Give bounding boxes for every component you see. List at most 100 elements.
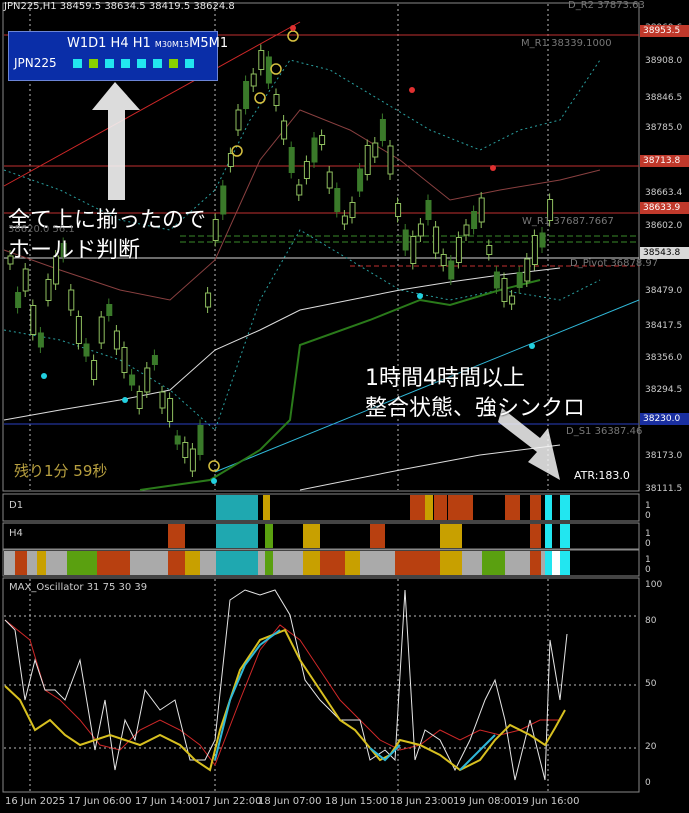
price-tick: 38294.5	[645, 385, 683, 395]
osc-cyan-segment	[459, 734, 496, 771]
candle-body	[357, 168, 364, 192]
candle-body	[30, 305, 37, 335]
band-upper	[3, 59, 601, 231]
price-level-box: 38713.8	[640, 155, 689, 167]
low-dot	[211, 478, 217, 484]
candle-body	[387, 145, 394, 175]
candle-body	[37, 332, 44, 348]
price-tick: 38173.0	[645, 451, 683, 461]
candle-body	[68, 289, 75, 311]
signal-strip-segment	[258, 551, 265, 575]
candle-body	[417, 223, 424, 237]
candle-body	[395, 203, 402, 217]
signal-strip-segment	[265, 551, 273, 575]
signal-strip-segment	[168, 524, 185, 548]
h1-axis-top: 1	[645, 555, 651, 565]
timeframe-dot-d1	[89, 59, 98, 68]
candle-body	[205, 292, 212, 308]
signal-strip-segment	[67, 551, 97, 575]
signal-strip-segment	[265, 524, 273, 548]
time-tick: 18 Jun 07:00	[258, 796, 322, 807]
osc-level-80: 80	[645, 616, 657, 626]
candle-body	[319, 135, 326, 145]
candle-body	[45, 279, 52, 301]
price-tick: 38479.0	[645, 286, 683, 296]
candle-body	[433, 226, 440, 254]
signal-strip-segment	[37, 551, 46, 575]
timeframe-dot-h1	[121, 59, 130, 68]
signal-strip-segment	[505, 495, 520, 520]
signal-strip-segment	[360, 551, 395, 575]
timeframe-dot-m30	[137, 59, 146, 68]
signal-strip-segment	[545, 551, 552, 575]
ds1-label: D_S1 36387.46	[566, 426, 643, 437]
chart-canvas	[2, 2, 640, 793]
candle-body	[531, 235, 538, 265]
low-dot	[529, 343, 535, 349]
signal-strip-segment	[130, 551, 168, 575]
ma-white-slow	[299, 444, 561, 491]
timeframe-dot-m1	[185, 59, 194, 68]
candle-body	[98, 316, 105, 344]
signal-marker	[231, 145, 243, 157]
signal-strip-segment	[320, 551, 345, 575]
candle-body	[227, 153, 234, 167]
candle-body	[197, 425, 204, 455]
d1-axis-bottom: 0	[645, 511, 651, 521]
signal-strip-segment	[27, 551, 37, 575]
candle-timer: 残り1分 59秒	[14, 462, 108, 480]
price-tick: 38663.4	[645, 188, 683, 198]
signal-strip-segment	[345, 551, 360, 575]
signal-strip-segment	[552, 551, 560, 575]
candle-body	[455, 237, 462, 263]
time-tick: 16 Jun 2025	[5, 796, 66, 807]
candle-body	[75, 316, 82, 344]
osc-level-0: 0	[645, 778, 651, 788]
candle-body	[258, 50, 265, 70]
annotation-hold: 全て上に揃ったので ホールド判断	[8, 208, 207, 263]
signal-strip-segment	[440, 551, 462, 575]
price-tick: 38111.5	[645, 484, 683, 494]
candle-body	[402, 229, 409, 251]
pivot-label: D_Pivot 36878.97	[570, 258, 659, 269]
osc-level-20: 20	[645, 742, 657, 752]
mr1-label: M_R1 38339.1000	[521, 38, 612, 49]
candle-body	[311, 137, 318, 163]
time-tick: 17 Jun 22:00	[198, 796, 262, 807]
signal-strip-segment	[448, 495, 473, 520]
price-tick: 38356.0	[645, 353, 683, 363]
price-level-box: 38953.5	[640, 25, 689, 37]
candle-body	[15, 292, 22, 308]
left-level-label: 38620.0 56.1	[8, 224, 75, 235]
low-dot	[41, 373, 47, 379]
candle-body	[379, 119, 386, 141]
candle-body	[167, 398, 174, 422]
candle-body	[296, 184, 303, 196]
candle-body	[509, 295, 516, 305]
price-tick: 38602.0	[645, 221, 683, 231]
d1-axis-top: 1	[645, 501, 651, 511]
price-tick: 38846.5	[645, 93, 683, 103]
candle-body	[83, 343, 90, 357]
timeframe-symbol: JPN225	[14, 56, 57, 70]
signal-strip-segment	[560, 524, 570, 548]
signal-marker	[270, 63, 282, 75]
candle-body	[486, 245, 493, 255]
signal-strip-segment	[410, 495, 425, 520]
candle-body	[425, 200, 432, 220]
candle-body	[189, 448, 196, 472]
wr1-label: W_R1 37687.7667	[522, 216, 614, 227]
time-tick: 18 Jun 15:00	[325, 796, 389, 807]
signal-strip-segment	[434, 495, 447, 520]
candle-body	[440, 254, 447, 266]
signal-strip-segment	[15, 551, 27, 575]
h4-axis-bottom: 0	[645, 539, 651, 549]
signal-strip-segment	[4, 551, 15, 575]
candle-body	[144, 367, 151, 393]
time-tick: 17 Jun 06:00	[68, 796, 132, 807]
candle-body	[463, 224, 470, 236]
candle-body	[478, 197, 485, 223]
price-tick: 38785.0	[645, 123, 683, 133]
candle-body	[281, 120, 288, 140]
candle-body	[349, 202, 356, 218]
